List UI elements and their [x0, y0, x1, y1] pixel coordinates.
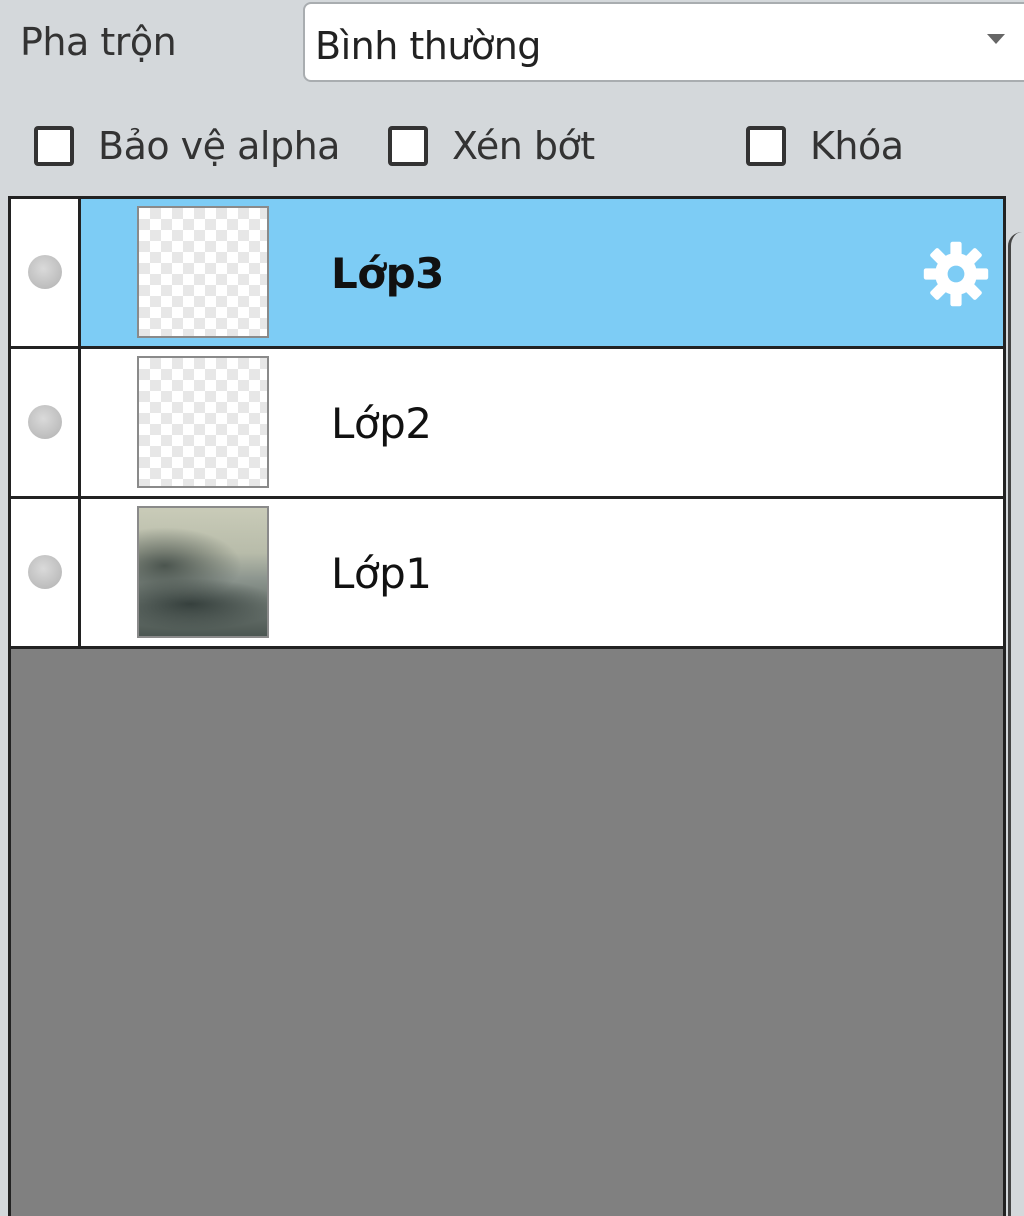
layer-list-scrollbar[interactable]	[1008, 232, 1024, 1216]
layer-visibility-cell[interactable]	[11, 499, 81, 646]
lock-checkbox[interactable]	[746, 126, 786, 166]
layer-name: Lớp3	[331, 249, 444, 298]
clip-option[interactable]: Xén bớt	[388, 120, 595, 172]
chevron-down-icon	[987, 34, 1005, 44]
lock-option[interactable]: Khóa	[746, 120, 904, 172]
visibility-dot-icon[interactable]	[28, 405, 62, 439]
layer-list: Lớp3 Lớp2 Lớp1	[8, 196, 1006, 1216]
gear-icon[interactable]	[921, 239, 991, 309]
layers-panel: Pha trộn Bình thường Bảo vệ alpha Xén bớ…	[0, 0, 1024, 1216]
layer-row-main[interactable]: Lớp3	[81, 199, 1003, 346]
layer-name: Lớp1	[331, 549, 432, 598]
layer-name: Lớp2	[331, 399, 432, 448]
layer-thumbnail	[137, 356, 269, 488]
blend-mode-select[interactable]: Bình thường	[303, 2, 1024, 82]
blend-mode-label: Pha trộn	[20, 20, 177, 64]
visibility-dot-icon[interactable]	[28, 255, 62, 289]
clip-label: Xén bớt	[452, 124, 595, 168]
clip-checkbox[interactable]	[388, 126, 428, 166]
blend-mode-value: Bình thường	[315, 24, 541, 68]
lock-label: Khóa	[810, 124, 904, 168]
layer-row-3[interactable]: Lớp3	[11, 199, 1003, 349]
protect-alpha-checkbox[interactable]	[34, 126, 74, 166]
layer-row-1[interactable]: Lớp1	[11, 499, 1003, 649]
layer-visibility-cell[interactable]	[11, 199, 81, 346]
layer-row-2[interactable]: Lớp2	[11, 349, 1003, 499]
layer-visibility-cell[interactable]	[11, 349, 81, 496]
layer-row-main[interactable]: Lớp1	[81, 499, 1003, 646]
protect-alpha-label: Bảo vệ alpha	[98, 124, 340, 168]
visibility-dot-icon[interactable]	[28, 555, 62, 589]
layer-row-main[interactable]: Lớp2	[81, 349, 1003, 496]
layer-thumbnail	[137, 206, 269, 338]
protect-alpha-option[interactable]: Bảo vệ alpha	[34, 120, 340, 172]
layer-thumbnail	[137, 506, 269, 638]
